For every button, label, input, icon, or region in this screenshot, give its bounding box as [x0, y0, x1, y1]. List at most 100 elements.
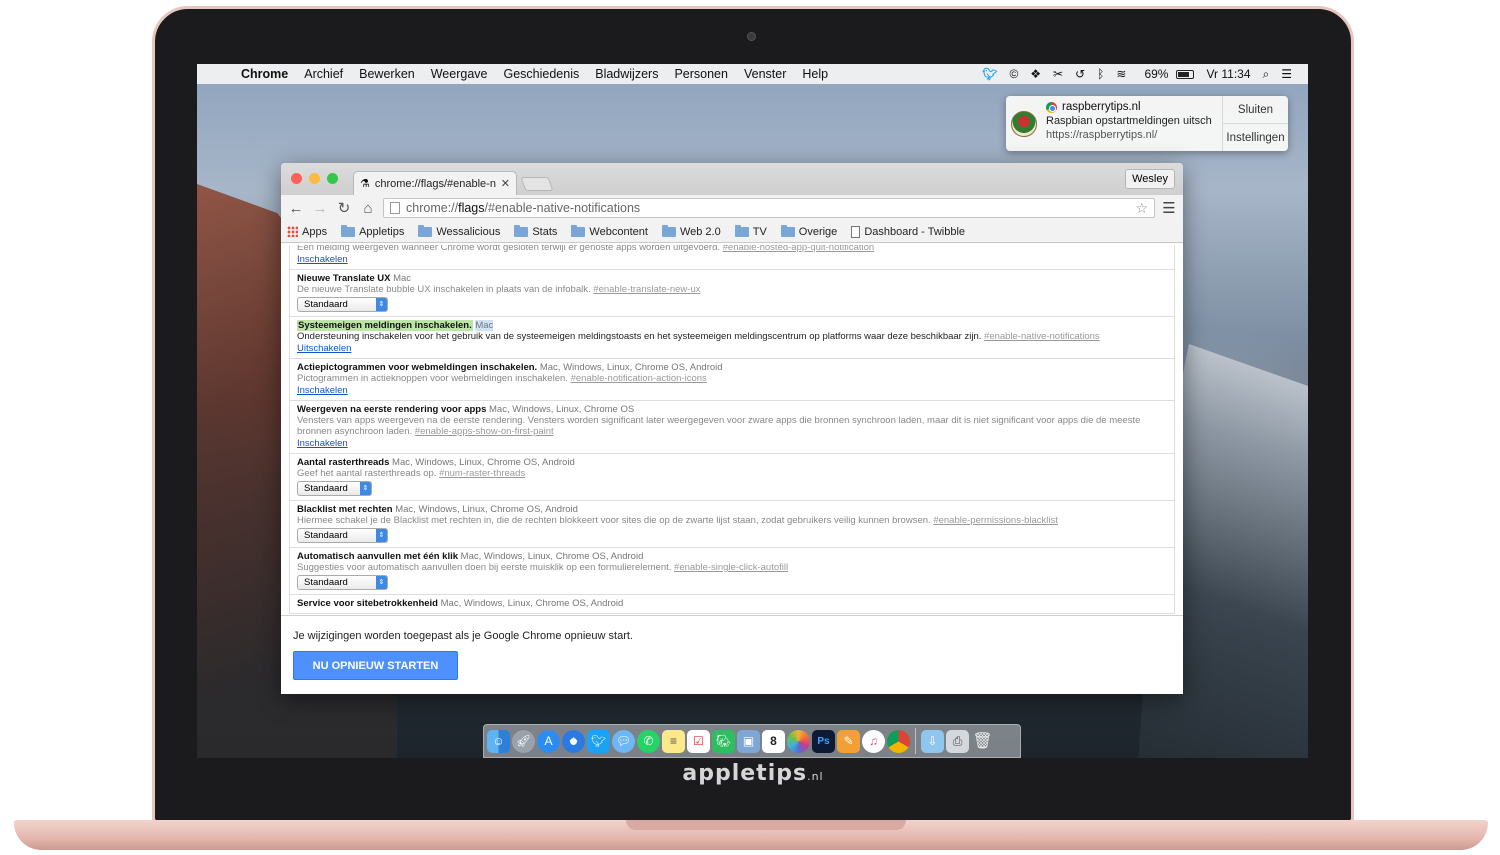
photos-icon[interactable]: [787, 729, 810, 753]
flag-anchor[interactable]: #enable-permissions-blacklist: [933, 515, 1058, 526]
bookmark-dashboard-twibble[interactable]: Dashboard - Twibble: [851, 225, 965, 238]
close-tab-icon[interactable]: ✕: [501, 177, 510, 190]
twitter-icon[interactable]: 🐦︎: [587, 729, 610, 753]
flag-anchor[interactable]: #enable-hosted-app-quit-notification: [723, 245, 875, 253]
chrome-window: ⚗ chrome://flags/#enable-nat ✕ Wesley ← …: [281, 163, 1183, 694]
reload-icon[interactable]: ↻: [335, 199, 353, 217]
dropbox-icon[interactable]: ❖: [1024, 67, 1047, 81]
bookmark-tv[interactable]: TV: [734, 224, 767, 238]
forward-arrow-icon[interactable]: →: [311, 200, 329, 217]
notification-settings-button[interactable]: Instellingen: [1223, 123, 1288, 151]
evernote-icon[interactable]: 🐘︎: [712, 729, 735, 753]
flag-description: Geef het aantal rasterthreads op.: [297, 468, 437, 479]
calendar-icon[interactable]: 8: [762, 729, 785, 753]
brand-logo: appletips.nl: [682, 761, 824, 786]
back-arrow-icon[interactable]: ←: [287, 200, 305, 217]
bookmark-stats[interactable]: Stats: [514, 224, 557, 238]
pages-icon[interactable]: ✎: [837, 729, 860, 753]
menu-weergave[interactable]: Weergave: [423, 67, 496, 81]
notification-actions: Sluiten Instellingen: [1222, 96, 1288, 151]
zoom-window-button[interactable]: [327, 173, 338, 184]
reminders-icon[interactable]: ☑: [687, 729, 710, 753]
bookmark-star-icon[interactable]: ☆: [1135, 200, 1148, 217]
twitter-icon[interactable]: 🐦︎: [976, 67, 1003, 81]
document-icon: [851, 225, 861, 238]
bookmark-overige[interactable]: Overige: [780, 224, 837, 238]
screenshot-icon[interactable]: ⎙: [946, 729, 969, 753]
flag-anchor[interactable]: #enable-translate-new-ux: [593, 284, 700, 295]
flag-select[interactable]: Standaard ⇕: [297, 575, 388, 590]
close-window-button[interactable]: [291, 173, 302, 184]
flag-item: Automatisch aanvullen met één klik Mac, …: [290, 548, 1174, 595]
scissors-icon[interactable]: ✂: [1047, 67, 1069, 81]
menu-app[interactable]: Chrome: [233, 67, 296, 81]
bookmark-wessalicious[interactable]: Wessalicious: [418, 224, 500, 238]
downloads-folder-icon[interactable]: ⇩: [921, 729, 944, 753]
notes-icon[interactable]: ≡: [662, 729, 685, 753]
battery-percent: 69%: [1144, 67, 1169, 81]
menu-venster[interactable]: Venster: [736, 67, 794, 81]
flag-select[interactable]: Standaard ⇕: [297, 297, 388, 312]
cleanmymac-icon[interactable]: ©: [1003, 67, 1024, 81]
time-machine-icon[interactable]: ↺: [1069, 67, 1091, 81]
flag-title: Weergeven na eerste rendering voor apps: [297, 404, 487, 415]
flag-item: Weergeven na eerste rendering voor apps …: [290, 401, 1174, 454]
bluetooth-icon[interactable]: ᛒ: [1091, 67, 1110, 81]
flag-anchor[interactable]: #num-raster-threads: [439, 468, 525, 479]
launchpad-icon[interactable]: 🚀︎: [512, 729, 535, 753]
notification-body[interactable]: raspberrytips.nl Raspbian opstartmelding…: [1042, 96, 1222, 151]
finder-icon[interactable]: ☺: [487, 729, 510, 753]
menu-bladwijzers[interactable]: Bladwijzers: [587, 67, 666, 81]
preview-icon[interactable]: ▣: [737, 729, 760, 753]
notification-close-button[interactable]: Sluiten: [1223, 96, 1288, 123]
battery-status[interactable]: 69%: [1132, 67, 1200, 81]
restart-now-button[interactable]: NU OPNIEUW STARTEN: [293, 651, 458, 680]
notification-banner[interactable]: raspberrytips.nl Raspbian opstartmelding…: [1006, 96, 1288, 151]
toolbar: ← → ↻ ⌂ chrome://flags/#enable-native-no…: [281, 195, 1183, 221]
flag-toggle-link[interactable]: Uitschakelen: [297, 343, 351, 354]
flag-select[interactable]: Standaard ⇕: [297, 528, 388, 543]
itunes-icon[interactable]: ♫: [862, 729, 885, 753]
flag-toggle-link[interactable]: Inschakelen: [297, 254, 348, 265]
flag-toggle-link[interactable]: Inschakelen: [297, 438, 348, 449]
flag-title: Aantal rasterthreads: [297, 457, 390, 468]
window-controls: [291, 173, 338, 184]
home-icon[interactable]: ⌂: [359, 200, 377, 217]
notification-center-icon[interactable]: ☰: [1275, 67, 1298, 81]
spotlight-icon[interactable]: ⌕: [1257, 67, 1276, 82]
bookmark-apps[interactable]: Apps: [287, 226, 327, 238]
safari-icon[interactable]: ✦: [562, 729, 585, 753]
flag-anchor[interactable]: #enable-apps-show-on-first-paint: [415, 426, 554, 437]
address-bar[interactable]: chrome://flags/#enable-native-notificati…: [383, 198, 1155, 218]
chrome-icon[interactable]: [887, 729, 910, 753]
flag-anchor[interactable]: #enable-single-click-autofill: [674, 562, 788, 573]
address-text[interactable]: chrome://flags/#enable-native-notificati…: [406, 201, 1129, 215]
bookmark-webcontent[interactable]: Webcontent: [571, 224, 648, 238]
clock[interactable]: Vr 11:34: [1200, 67, 1256, 81]
raspberry-logo-icon: [1011, 110, 1037, 137]
bookmark-appletips[interactable]: Appletips: [341, 224, 404, 238]
camera: [747, 32, 756, 41]
chrome-menu-icon[interactable]: ☰: [1161, 199, 1177, 217]
messages-icon[interactable]: 💬︎: [612, 729, 635, 753]
app-store-icon[interactable]: A: [537, 729, 560, 753]
wifi-icon[interactable]: ≋: [1110, 67, 1132, 81]
flag-toggle-link[interactable]: Inschakelen: [297, 385, 348, 396]
flag-item: Aantal rasterthreads Mac, Windows, Linux…: [290, 454, 1174, 501]
flag-select[interactable]: Standaard ⇕: [297, 481, 372, 496]
profile-button[interactable]: Wesley: [1125, 169, 1175, 189]
trash-icon[interactable]: 🗑︎: [971, 730, 994, 753]
flag-anchor[interactable]: #enable-notification-action-icons: [571, 373, 707, 384]
menu-help[interactable]: Help: [794, 67, 836, 81]
bookmark-web20[interactable]: Web 2.0: [661, 224, 721, 238]
menu-geschiedenis[interactable]: Geschiedenis: [495, 67, 587, 81]
whatsapp-icon[interactable]: ✆: [637, 729, 660, 753]
menu-archief[interactable]: Archief: [296, 67, 351, 81]
tab-flags[interactable]: ⚗ chrome://flags/#enable-nat ✕: [353, 171, 517, 195]
photoshop-icon[interactable]: Ps: [812, 729, 835, 753]
menu-personen[interactable]: Personen: [666, 67, 736, 81]
menu-bewerken[interactable]: Bewerken: [351, 67, 423, 81]
minimize-window-button[interactable]: [309, 173, 320, 184]
new-tab-button[interactable]: [520, 177, 554, 191]
flag-anchor[interactable]: #enable-native-notifications: [984, 331, 1100, 342]
